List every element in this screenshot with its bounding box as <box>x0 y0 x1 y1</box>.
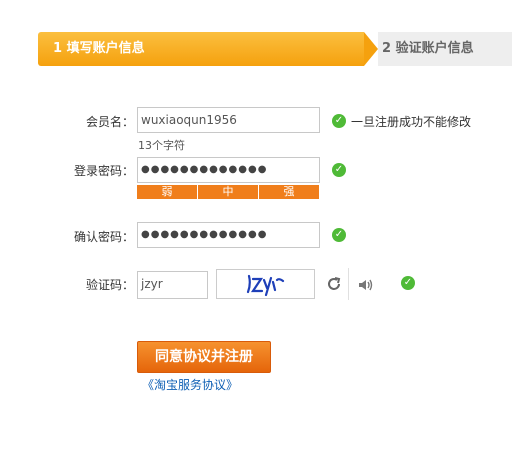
captcha-label: 验证码： <box>85 278 134 292</box>
strength-strong: 强 <box>259 185 319 199</box>
agreement-link[interactable]: 《淘宝服务协议》 <box>142 376 238 393</box>
progress-steps: 1 填写账户信息 2 验证账户信息 <box>38 32 512 66</box>
captcha-input[interactable]: jzyr <box>137 271 208 299</box>
refresh-icon[interactable] <box>326 276 342 292</box>
check-circle-icon: ✓ <box>401 276 415 290</box>
step-arrow <box>364 32 378 66</box>
username-hint: 一旦注册成功不能修改 <box>351 115 472 129</box>
check-circle-icon: ✓ <box>332 163 346 177</box>
strength-medium: 中 <box>198 185 259 199</box>
confirm-password-label: 确认密码： <box>73 230 134 244</box>
captcha-image[interactable]: jzyr <box>216 269 315 299</box>
step-1-active: 1 填写账户信息 <box>38 32 364 66</box>
char-count: 13个字符 <box>138 139 185 152</box>
password-input[interactable]: ●●●●●●●●●●●●● <box>137 157 320 183</box>
step-2: 2 验证账户信息 <box>378 32 512 66</box>
strength-weak: 弱 <box>137 185 198 199</box>
password-strength-meter: 弱 中 强 <box>137 185 319 199</box>
password-label: 登录密码： <box>73 164 134 178</box>
username-input[interactable]: wuxiaoqun1956 <box>137 107 320 133</box>
confirm-password-input[interactable]: ●●●●●●●●●●●●● <box>137 222 320 248</box>
username-label: 会员名： <box>85 115 134 129</box>
check-circle-icon: ✓ <box>332 228 346 242</box>
speaker-icon[interactable] <box>357 277 375 293</box>
divider <box>348 268 349 300</box>
check-circle-icon: ✓ <box>332 114 346 128</box>
register-button[interactable]: 同意协议并注册 <box>137 341 271 373</box>
